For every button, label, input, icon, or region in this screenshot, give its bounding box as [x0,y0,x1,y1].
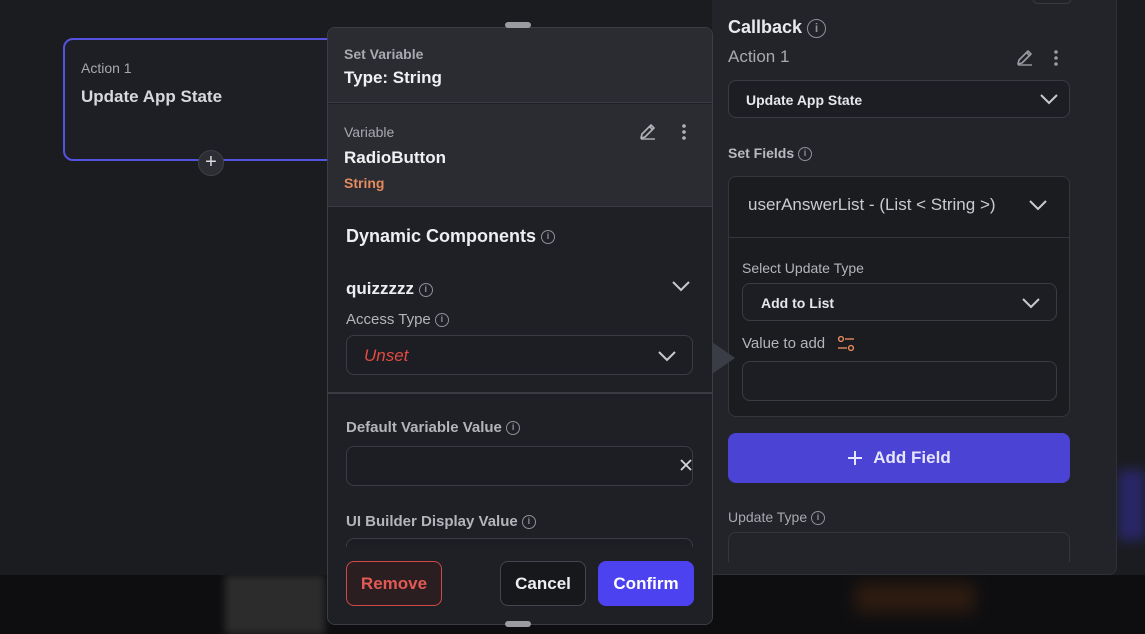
popup-pointer [712,342,735,374]
plus-icon [848,451,863,465]
info-icon[interactable]: i [521,515,536,530]
value-to-add-input[interactable] [742,361,1057,401]
resize-handle-bottom[interactable] [505,621,531,627]
variable-type: String [344,175,385,191]
panel-top-tab [1032,0,1072,4]
more-vertical-icon[interactable] [676,122,692,147]
access-type-value: Unset [364,346,409,365]
info-icon[interactable]: i [811,511,826,526]
chevron-down-icon [1040,94,1058,105]
ui-builder-value-label: UI Builder Display Value i [346,513,536,530]
chevron-down-icon[interactable] [671,279,691,293]
info-icon[interactable]: i [807,18,827,38]
sliders-icon[interactable] [837,335,855,358]
edge-highlight [1118,470,1145,540]
chevron-down-icon [1029,200,1047,211]
section-divider [328,392,712,394]
remove-button[interactable]: Remove [346,561,442,606]
action-node-title: Update App State [81,87,223,106]
callback-panel: Callback i Action 1 Update App State Set… [712,0,1117,575]
info-icon[interactable]: i [506,421,521,436]
add-field-button[interactable]: Add Field [728,433,1070,483]
chevron-down-icon [1022,298,1040,309]
field-header[interactable]: userAnswerList - (List < String >) [729,177,1069,238]
more-vertical-icon[interactable] [1048,48,1064,73]
popup-footer: Remove Cancel Confirm [328,547,712,624]
update-type-label: Update Type i [728,509,826,526]
info-icon[interactable]: i [798,147,813,162]
action-label: Action 1 [728,47,790,66]
field-name: userAnswerList - (List < String >) [748,195,996,214]
access-type-label: Access Type i [346,311,449,328]
popup-subtitle: Set Variable [344,46,424,62]
action-node[interactable]: Action 1 Update App State + [63,38,353,176]
select-update-type-label: Select Update Type [742,260,864,276]
variable-section: Variable RadioButton String [328,104,712,207]
variable-name: RadioButton [344,148,446,167]
set-fields-label: Set Fields i [728,145,813,162]
popup-header: Set Variable Type: String [328,28,712,103]
dynamic-components-title: Dynamic Components i [346,226,556,247]
cancel-button[interactable]: Cancel [500,561,586,606]
variable-label: Variable [344,124,395,140]
add-action-button[interactable]: + [198,150,224,176]
value-to-add-label: Value to add [742,335,826,352]
default-value-input[interactable] [346,446,693,486]
info-icon[interactable]: i [418,282,433,297]
info-icon[interactable]: i [434,313,449,328]
action-type-dropdown[interactable]: Update App State [728,80,1070,118]
confirm-button[interactable]: Confirm [598,561,694,606]
edit-icon[interactable] [1015,47,1035,72]
update-type-dropdown[interactable]: Add to List [742,283,1057,321]
access-type-dropdown[interactable]: Unset [346,335,693,375]
info-icon[interactable]: i [541,230,556,245]
chevron-down-icon [658,351,676,362]
update-type-value: Add to List [761,295,835,311]
callback-title: Callback i [728,17,827,38]
action-type-value: Update App State [746,92,863,108]
set-variable-popup: Set Variable Type: String Variable Radio… [327,27,713,625]
popup-title: Type: String [344,68,442,87]
component-name[interactable]: quizzzzz i [346,279,433,299]
action-node-subtitle: Action 1 [81,60,132,76]
default-value-label: Default Variable Value i [346,419,521,436]
close-icon[interactable] [678,457,694,473]
update-type-box[interactable] [728,532,1070,562]
field-card: userAnswerList - (List < String >) Selec… [728,176,1070,417]
resize-handle-top[interactable] [505,22,531,28]
edit-icon[interactable] [638,121,658,146]
